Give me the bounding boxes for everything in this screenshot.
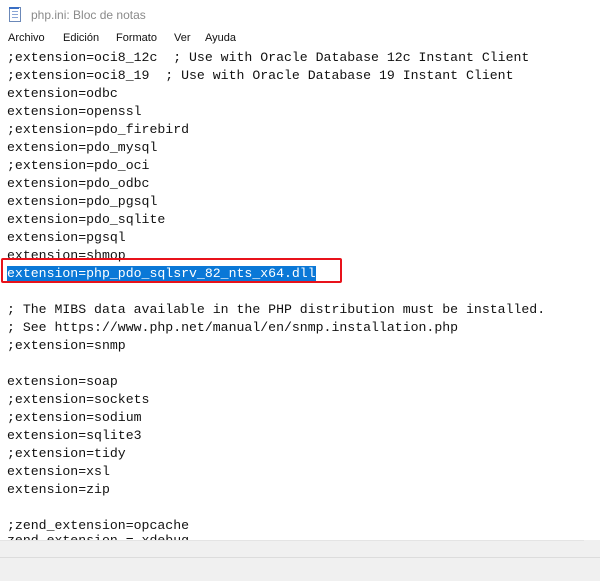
status-bar <box>0 557 600 581</box>
code-line: extension=zip <box>7 482 110 497</box>
code-line: ;extension=pdo_oci <box>7 158 150 173</box>
code-line: extension=openssl <box>7 104 142 119</box>
scrollbar-corner <box>584 540 600 557</box>
notepad-icon <box>9 7 21 22</box>
window-title: php.ini: Bloc de notas <box>31 8 146 22</box>
code-line: extension=odbc <box>7 86 118 101</box>
code-line: zend_extension = xdebug <box>7 532 189 540</box>
horizontal-scrollbar[interactable] <box>0 540 584 557</box>
code-line: ; See https://www.php.net/manual/en/snmp… <box>7 320 459 335</box>
menu-bar: Archivo Edición Formato Ver Ayuda <box>0 30 600 48</box>
menu-edicion[interactable]: Edición <box>63 32 99 44</box>
code-line: extension=soap <box>7 374 118 389</box>
code-line: ;extension=sockets <box>7 392 150 407</box>
menu-ayuda[interactable]: Ayuda <box>205 32 236 44</box>
code-line: ;extension=oci8_19 ; Use with Oracle Dat… <box>7 68 514 83</box>
code-line: extension=xsl <box>7 464 110 479</box>
code-line: extension=pdo_mysql <box>7 140 158 155</box>
code-line: ;extension=oci8_12c ; Use with Oracle Da… <box>7 50 530 65</box>
text-editor[interactable]: ;extension=oci8_12c ; Use with Oracle Da… <box>0 48 600 540</box>
title-bar: php.ini: Bloc de notas <box>0 0 600 30</box>
code-line: extension=sqlite3 <box>7 428 142 443</box>
menu-formato[interactable]: Formato <box>116 32 157 44</box>
code-line: extension=pdo_sqlite <box>7 212 166 227</box>
code-line: extension=pdo_pgsql <box>7 194 158 209</box>
code-line: ;extension=sodium <box>7 410 142 425</box>
code-line: extension=pdo_odbc <box>7 176 150 191</box>
menu-archivo[interactable]: Archivo <box>8 32 45 44</box>
code-line: ; The MIBS data available in the PHP dis… <box>7 302 546 317</box>
code-line: extension=pgsql <box>7 230 126 245</box>
code-line: ;extension=tidy <box>7 446 126 461</box>
code-line: ;extension=snmp <box>7 338 126 353</box>
highlight-box <box>1 258 342 283</box>
code-line: ;extension=pdo_firebird <box>7 122 190 137</box>
menu-ver[interactable]: Ver <box>174 32 191 44</box>
